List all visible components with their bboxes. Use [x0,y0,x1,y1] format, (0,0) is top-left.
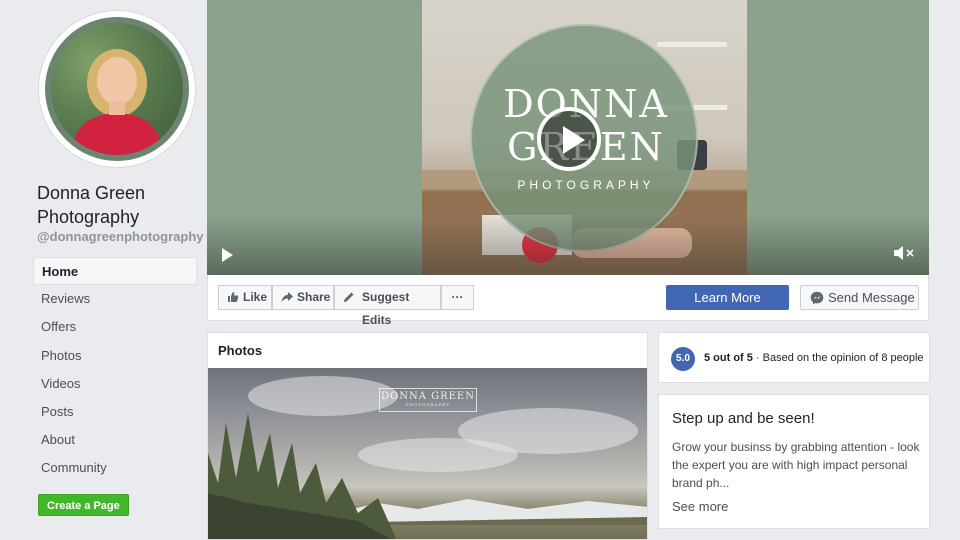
page-action-bar: Like Share Suggest Edits ··· Learn More … [207,275,929,327]
share-label: Share [297,290,331,304]
landscape-photo[interactable]: DONNA GREEN PHOTOGRAPHY [208,368,647,539]
create-page-button[interactable]: Create a Page [38,494,129,516]
like-button[interactable]: Like [218,285,272,310]
suggest-edits-label: Suggest Edits [362,290,410,327]
photos-card-title[interactable]: Photos [218,343,262,358]
promo-title: Step up and be seen! [672,410,815,427]
video-controls-shade [207,215,929,275]
cover-video[interactable]: DONNA GREEN PHOTOGRAPHY [207,0,929,275]
send-message-button[interactable]: Send Message [800,285,919,310]
shrub-foreground [208,413,397,539]
nav-item-home[interactable]: Home [33,257,197,286]
share-button[interactable]: Share [272,285,334,310]
promo-body: Grow your businss by grabbing attention … [672,440,920,490]
pencil-icon [344,292,354,302]
page-nav: Home Reviews Offers Photos Videos Posts … [33,257,197,483]
share-arrow-icon [281,292,293,302]
avatar-border [45,17,189,161]
suggest-edits-button[interactable]: Suggest Edits [334,285,441,327]
nav-item-offers[interactable]: Offers [33,313,197,341]
thumbs-up-icon [228,292,239,302]
avatar-photo [51,23,183,155]
nav-item-reviews[interactable]: Reviews [33,285,197,313]
nav-item-photos[interactable]: Photos [33,342,197,370]
play-small-icon[interactable] [222,248,233,262]
rating-card: 5.0 5 out of 5 · Based on the opinion of… [658,332,930,383]
logo-subtitle: PHOTOGRAPHY [517,178,655,192]
send-message-label: Send Message [828,290,915,305]
nav-item-posts[interactable]: Posts [33,398,197,426]
rating-text[interactable]: 5 out of 5 · Based on the opinion of 8 p… [704,352,924,364]
rating-score-badge: 5.0 [671,347,695,371]
rating-detail: · Based on the opinion of 8 people [755,352,924,364]
play-icon[interactable] [537,107,601,171]
messenger-icon [810,291,824,305]
person-portrait-icon [71,49,163,155]
promo-card: Step up and be seen! Grow your businss b… [658,394,930,529]
left-sidebar: Donna Green Photography @donnagreenphoto… [0,0,205,540]
see-more-link[interactable]: See more [672,499,728,514]
nav-item-community[interactable]: Community [33,454,197,482]
photos-card: Photos DONNA GREEN PHOTOGRAPHY [207,332,648,540]
like-label: Like [243,290,268,304]
page-title[interactable]: Donna Green Photography [37,181,202,229]
learn-more-button[interactable]: Learn More [666,285,789,310]
more-dots-icon: ··· [451,290,464,304]
mute-icon[interactable] [893,244,915,262]
page-handle[interactable]: @donnagreenphotography [37,229,204,244]
profile-avatar[interactable] [38,10,196,168]
rating-summary: 5 out of 5 [704,352,753,364]
nav-item-videos[interactable]: Videos [33,370,197,398]
nav-item-about[interactable]: About [33,426,197,454]
more-options-button[interactable]: ··· [441,285,474,310]
